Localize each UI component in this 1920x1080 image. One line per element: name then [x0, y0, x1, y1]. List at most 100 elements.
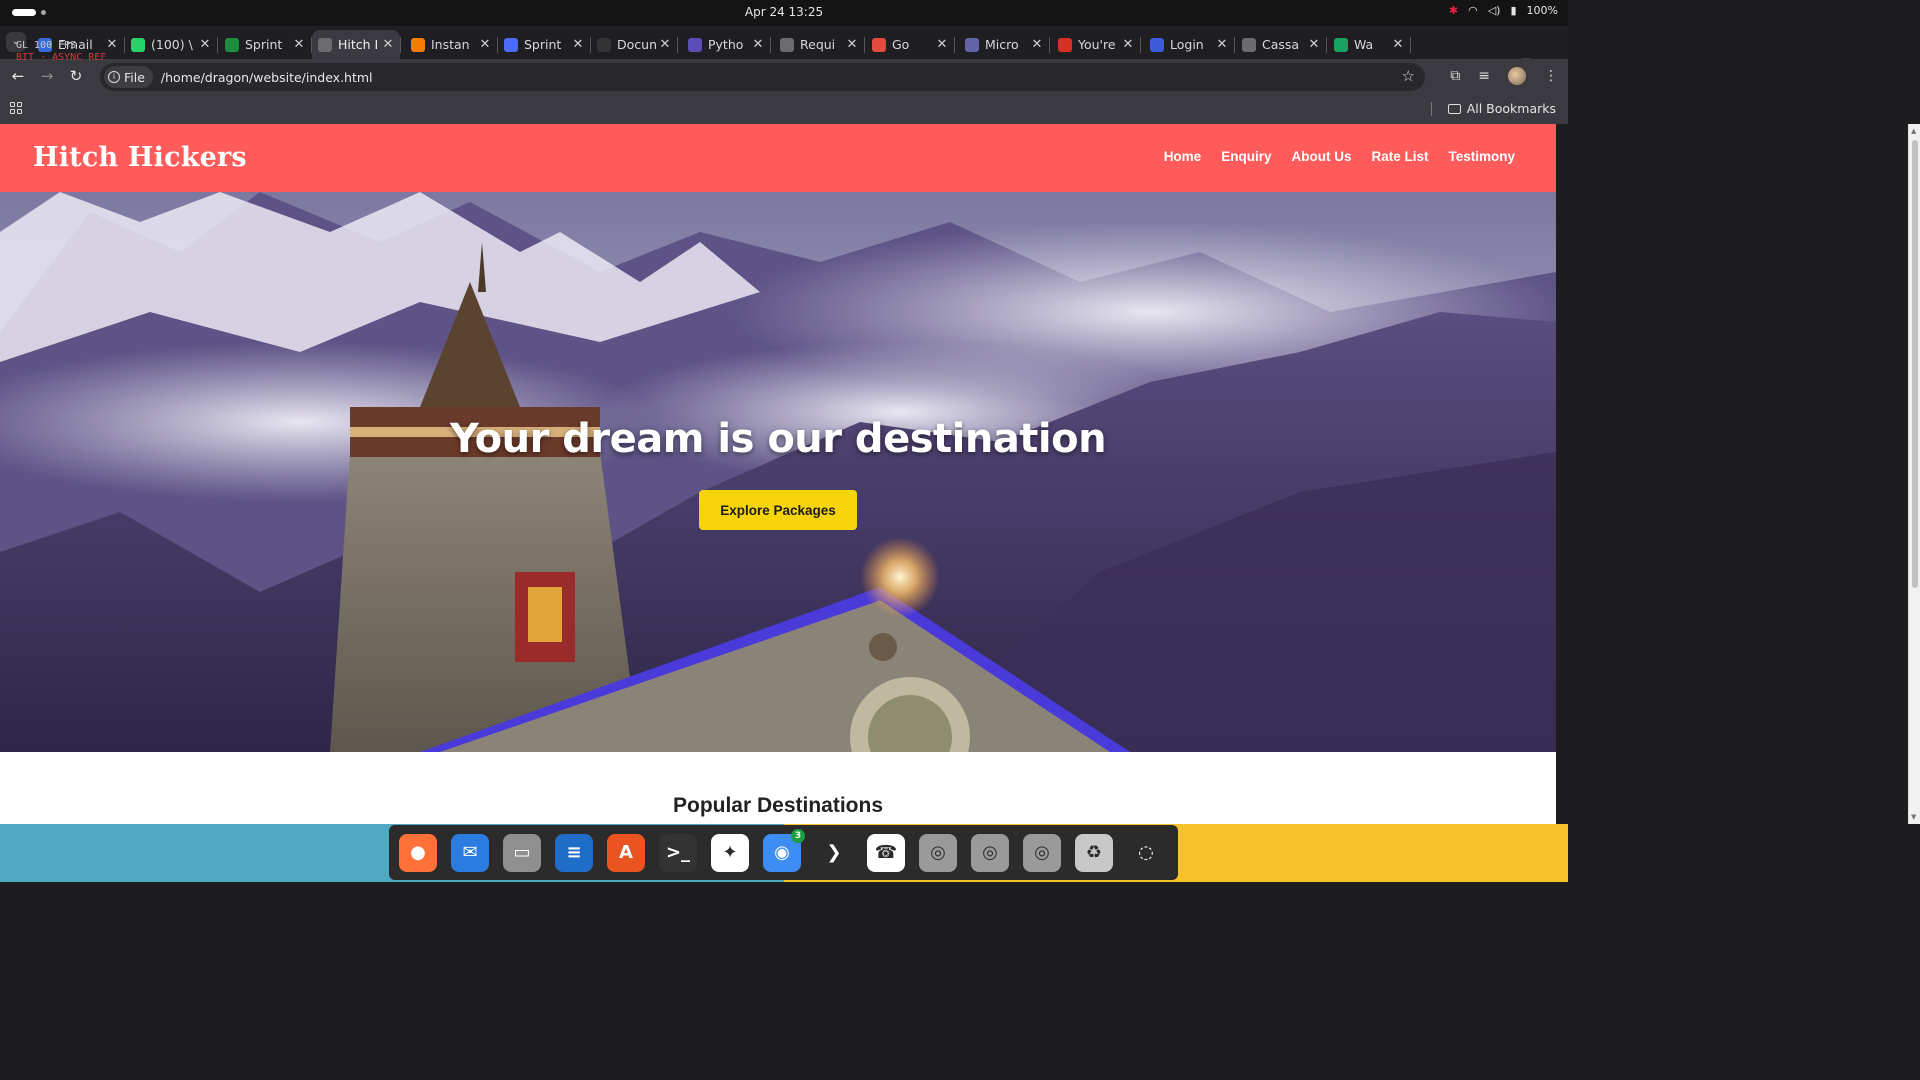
- globe-favicon: [780, 37, 794, 52]
- site-info-label: File: [124, 69, 145, 85]
- writer-icon[interactable]: ≡: [555, 833, 593, 872]
- profile-avatar[interactable]: [1508, 67, 1526, 85]
- toolbar-actions: ⧉ ≡ ⋮: [1450, 67, 1558, 85]
- explore-packages-button[interactable]: Explore Packages: [699, 490, 857, 530]
- browser-tab[interactable]: Instan ✕: [405, 30, 498, 59]
- site-brand[interactable]: Hitch Hickers: [33, 142, 247, 173]
- chrome-icon[interactable]: ◉ 3: [763, 828, 805, 872]
- tab-close-icon[interactable]: ✕: [750, 37, 766, 52]
- tab-close-icon[interactable]: ✕: [934, 37, 950, 52]
- system-top-bar: Apr 24 13:25 ✱ ◠ ◁) ▮ 100%: [0, 0, 1568, 26]
- system-tray[interactable]: ✱ ◠ ◁) ▮ 100%: [1449, 4, 1558, 17]
- tab-close-icon[interactable]: ✕: [1029, 37, 1045, 52]
- hero-section: Your dream is our destination Explore Pa…: [0, 192, 1556, 752]
- tab-title: Micro: [985, 37, 1019, 52]
- tab-close-icon[interactable]: ✕: [380, 37, 396, 52]
- email-favicon: [38, 37, 52, 52]
- tab-close-icon[interactable]: ✕: [657, 37, 673, 52]
- bookmarks-bar: All Bookmarks: [0, 95, 1568, 124]
- thunderbird-icon[interactable]: ✉: [451, 833, 489, 872]
- tab-close-icon[interactable]: ✕: [291, 37, 307, 52]
- browser-tab[interactable]: Requi ✕: [774, 30, 865, 59]
- firefox-icon[interactable]: ●: [399, 833, 437, 872]
- trash-icon[interactable]: ♻: [1075, 833, 1113, 872]
- tab-close-icon[interactable]: ✕: [1214, 37, 1230, 52]
- menu-icon[interactable]: ⋮: [1544, 68, 1558, 84]
- site-nav-links: Home Enquiry About Us Rate List Testimony: [1164, 149, 1515, 164]
- nav-link-home[interactable]: Home: [1164, 149, 1202, 164]
- tab-search-button[interactable]: ⌄: [6, 32, 26, 52]
- nav-link-about-us[interactable]: About Us: [1291, 149, 1351, 164]
- disk-icon-1[interactable]: ◎: [919, 833, 957, 872]
- disk-icon-2[interactable]: ◎: [971, 833, 1009, 872]
- vscode-icon[interactable]: ❯: [815, 833, 853, 872]
- forward-icon[interactable]: →: [38, 67, 56, 85]
- page-viewport: Hitch Hickers Home Enquiry About Us Rate Li…: [0, 124, 1556, 824]
- tab-title: Docun: [617, 37, 657, 52]
- tab-strip: ⌄ Email ✕ (100) \ ✕ Sprint ✕ Hitch I ✕ Instan ✕ Sp…: [0, 26, 1568, 77]
- battery-percent: 100%: [1526, 4, 1558, 17]
- folder-icon: [1447, 103, 1461, 114]
- page-scrollbar[interactable]: ▲ ▼: [1908, 124, 1920, 824]
- scroll-up-icon[interactable]: ▲: [1911, 127, 1916, 135]
- browser-toolbar: ← → ↻ i File /home/dragon/website/index.…: [0, 59, 1568, 95]
- browser-tab[interactable]: Micro ✕: [959, 30, 1050, 59]
- apps-grid-icon[interactable]: [10, 102, 22, 114]
- tab-close-icon[interactable]: ✕: [1390, 37, 1406, 52]
- ubuntu-icon[interactable]: ◌: [1127, 833, 1165, 872]
- hero-background-image: [0, 192, 1556, 752]
- scroll-down-icon[interactable]: ▼: [1911, 813, 1916, 821]
- browser-tab[interactable]: Sprint ✕: [219, 30, 312, 59]
- browser-tab[interactable]: Cassa ✕: [1236, 30, 1327, 59]
- nav-link-rate-list[interactable]: Rate List: [1371, 149, 1428, 164]
- terminal-icon[interactable]: >_: [659, 833, 697, 872]
- browser-tab[interactable]: Hitch I ✕: [312, 30, 401, 59]
- tab-title: Pytho: [708, 37, 744, 52]
- battery-icon[interactable]: ▮: [1510, 4, 1516, 17]
- tab-close-icon[interactable]: ✕: [1306, 37, 1322, 52]
- tab-close-icon[interactable]: ✕: [197, 37, 213, 52]
- nav-link-enquiry[interactable]: Enquiry: [1221, 149, 1271, 164]
- browser-tab[interactable]: Docun ✕: [591, 30, 678, 59]
- tab-title: Hitch I: [338, 37, 379, 52]
- app-center-icon[interactable]: A: [607, 833, 645, 872]
- browser-tab[interactable]: Go ✕: [866, 30, 955, 59]
- whatsapp-icon[interactable]: ☎: [867, 833, 905, 872]
- instance-favicon: [411, 37, 425, 52]
- url-text[interactable]: /home/dragon/website/index.html: [161, 70, 373, 85]
- browser-tab[interactable]: (100) \ ✕: [125, 30, 218, 59]
- meet-favicon: [1334, 37, 1348, 52]
- bookmark-star-icon[interactable]: ☆: [1402, 67, 1415, 85]
- extensions-icon[interactable]: ⧉: [1450, 68, 1460, 84]
- tab-close-icon[interactable]: ✕: [104, 37, 120, 52]
- tab-close-icon[interactable]: ✕: [570, 37, 586, 52]
- tab-title: Email: [58, 37, 93, 52]
- tab-close-icon[interactable]: ✕: [1120, 37, 1136, 52]
- disk-icon-3[interactable]: ◎: [1023, 833, 1061, 872]
- wifi-icon[interactable]: ◠: [1468, 4, 1478, 17]
- tab-close-icon[interactable]: ✕: [477, 37, 493, 52]
- browser-tab[interactable]: Sprint ✕: [498, 30, 591, 59]
- clock[interactable]: Apr 24 13:25: [0, 5, 1568, 19]
- files-icon[interactable]: ▭: [503, 833, 541, 872]
- slack-tray-icon[interactable]: ✱: [1449, 4, 1458, 17]
- tab-close-icon[interactable]: ✕: [844, 37, 860, 52]
- volume-icon[interactable]: ◁): [1488, 4, 1501, 17]
- browser-tab[interactable]: Email ✕: [32, 30, 125, 59]
- python-favicon: [688, 37, 702, 52]
- slack-icon[interactable]: ✦: [711, 833, 749, 872]
- browser-tab[interactable]: Wa ✕: [1328, 30, 1411, 59]
- site-info-chip[interactable]: i File: [104, 66, 153, 88]
- reload-icon[interactable]: ↻: [67, 67, 85, 85]
- browser-tab[interactable]: You're ✕: [1052, 30, 1141, 59]
- back-icon[interactable]: ←: [9, 67, 27, 85]
- tab-title: You're: [1078, 37, 1116, 52]
- scrollbar-thumb[interactable]: [1912, 140, 1918, 588]
- nav-link-testimony[interactable]: Testimony: [1448, 149, 1515, 164]
- all-bookmarks-button[interactable]: All Bookmarks: [1430, 101, 1556, 116]
- tab-title: Wa: [1354, 37, 1374, 52]
- media-controls-icon[interactable]: ≡: [1478, 68, 1490, 84]
- browser-tab[interactable]: Login ✕: [1144, 30, 1235, 59]
- browser-tab[interactable]: Pytho ✕: [682, 30, 771, 59]
- address-bar[interactable]: i File /home/dragon/website/index.html ☆: [100, 63, 1425, 91]
